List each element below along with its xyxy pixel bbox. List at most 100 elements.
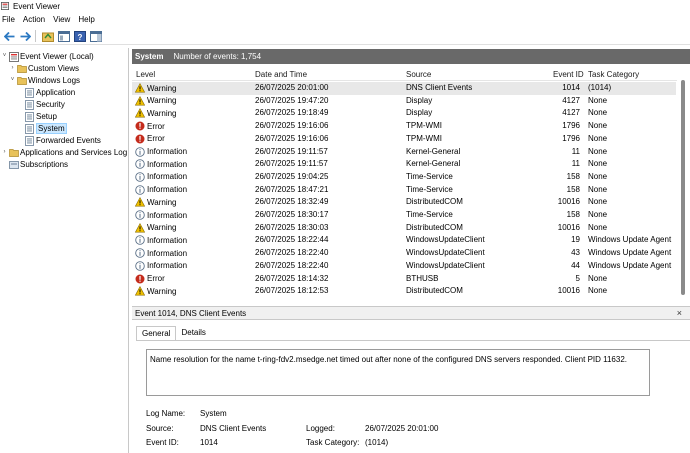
table-row[interactable]: Information 26/07/2025 18:22:44 WindowsUpd…	[132, 234, 676, 247]
task-category-value: (1014)	[365, 438, 389, 447]
show-hide-pane-button[interactable]	[89, 29, 103, 43]
source-cell: Display	[406, 108, 433, 118]
date-cell: 26/07/2025 18:12:53	[255, 286, 329, 296]
help-icon: ?	[74, 30, 86, 42]
warning-icon	[134, 222, 146, 233]
table-row[interactable]: Warning 26/07/2025 18:30:03 DistributedCOM…	[132, 222, 676, 235]
menu-help[interactable]: Help	[74, 15, 98, 24]
tree-item-subscriptions[interactable]: Subscriptions	[1, 158, 68, 170]
level-cell: Information	[135, 159, 187, 169]
menu-view[interactable]: View	[49, 15, 74, 24]
event-viewer-icon	[9, 51, 19, 62]
task-category-cell: Windows Update Agent	[588, 248, 672, 258]
tree-item-windows-logs[interactable]: ˅ Windows Logs	[9, 74, 80, 86]
event-id-cell: 158	[566, 184, 580, 194]
table-row[interactable]: Information 26/07/2025 19:11:57 Kernel-Gen…	[132, 158, 676, 171]
events-scrollbar[interactable]	[677, 66, 690, 300]
folder-icon	[17, 64, 27, 73]
tree-item-setup[interactable]: Setup	[17, 110, 57, 122]
log-icon	[25, 99, 34, 110]
level-text: Warning	[147, 223, 177, 233]
date-cell: 26/07/2025 18:14:32	[255, 273, 329, 283]
toolbar-separator	[35, 30, 36, 42]
task-category-cell: None	[588, 121, 608, 131]
date-cell: 26/07/2025 19:16:06	[255, 121, 329, 131]
tab-general[interactable]: General	[136, 326, 177, 341]
task-category-cell: None	[588, 210, 608, 219]
source-cell: WindowsUpdateClient	[406, 260, 485, 270]
tree-item-event-viewer-local[interactable]: ˅ Event Viewer (Local)	[1, 50, 94, 62]
level-cell: Information	[135, 184, 187, 195]
expand-arrow-icon[interactable]: ˅	[1, 53, 8, 59]
column-header-date[interactable]: Date and Time	[255, 70, 307, 79]
table-row[interactable]: Warning 26/07/2025 19:18:49 Display 4127 Non…	[132, 107, 676, 120]
column-header-level[interactable]: Level	[136, 70, 155, 79]
warning-icon	[134, 108, 146, 118]
menu-bar: File Action View Help	[0, 13, 690, 26]
error-icon	[135, 134, 145, 144]
table-row[interactable]: Information 26/07/2025 19:11:57 Kernel-Gen…	[132, 146, 676, 159]
event-description[interactable]: Name resolution for the name t-ring-fdv2…	[146, 349, 650, 396]
source-cell: TPM-WMI	[406, 133, 442, 143]
warning-icon	[134, 82, 146, 93]
close-icon[interactable]: ×	[677, 308, 682, 318]
tree-item-application[interactable]: Application	[17, 86, 75, 98]
back-button[interactable]	[2, 29, 16, 43]
column-header-task-category[interactable]: Task Category	[588, 70, 639, 79]
date-cell: 26/07/2025 18:47:21	[255, 184, 329, 194]
date-cell: 26/07/2025 20:01:00	[255, 83, 329, 92]
table-row[interactable]: Warning 26/07/2025 18:32:49 DistributedCOM…	[132, 196, 676, 209]
table-row[interactable]: Error 26/07/2025 19:16:06 TPM-WMI 1796 None	[132, 133, 676, 146]
date-cell: 26/07/2025 19:04:25	[255, 171, 329, 181]
tree-item-custom-views[interactable]: › Custom Views	[9, 62, 79, 74]
table-row[interactable]: Information 26/07/2025 18:22:40 WindowsUpd…	[132, 260, 676, 273]
log-name-label: Log Name:	[146, 409, 186, 418]
folder-icon	[42, 32, 54, 42]
table-row[interactable]: Error 26/07/2025 19:16:06 TPM-WMI 1796 None	[132, 120, 676, 133]
table-row[interactable]: Information 26/07/2025 18:47:21 Time-Servi…	[132, 184, 676, 197]
menu-action[interactable]: Action	[19, 15, 49, 24]
table-row[interactable]: Warning 26/07/2025 18:12:53 DistributedCOM…	[132, 285, 676, 298]
source-cell: WindowsUpdateClient	[406, 235, 485, 245]
level-cell: Information	[135, 146, 188, 157]
logged-label: Logged:	[306, 424, 335, 433]
column-header-source[interactable]: Source	[406, 70, 431, 79]
table-row[interactable]: Warning 26/07/2025 20:01:00 DNS Client Eve…	[132, 82, 676, 95]
tree-item-forwarded-events[interactable]: Forwarded Events	[17, 134, 101, 146]
tree-item-applications-and-services-log[interactable]: › Applications and Services Log	[1, 146, 128, 158]
scrollbar-thumb[interactable]	[681, 80, 685, 295]
level-text: Information	[147, 147, 188, 156]
task-category-cell: None	[588, 108, 608, 118]
detail-pane-header: Event 1014, DNS Client Events ×	[132, 306, 690, 320]
expand-arrow-icon[interactable]: ›	[9, 65, 16, 71]
expand-arrow-icon[interactable]: ˅	[9, 77, 16, 83]
level-text: Information	[147, 210, 188, 220]
tab-details[interactable]: Details	[176, 326, 210, 341]
forward-button[interactable]	[18, 29, 32, 43]
table-row[interactable]: Information 26/07/2025 18:30:17 Time-Servi…	[132, 209, 676, 222]
date-cell: 26/07/2025 18:22:40	[255, 260, 329, 270]
tree-item-system[interactable]: System	[17, 122, 67, 134]
menu-file[interactable]: File	[0, 15, 19, 24]
task-category-cell: None	[588, 146, 608, 156]
tree-item-label: System	[36, 122, 67, 134]
properties-icon	[58, 30, 70, 42]
table-row[interactable]: Information 26/07/2025 19:04:25 Time-Servi…	[132, 171, 676, 184]
date-cell: 26/07/2025 18:32:49	[255, 197, 329, 207]
events-table: Level Date and Time Source Event ID Task…	[132, 66, 690, 300]
column-header-event-id[interactable]: Event ID	[553, 70, 584, 79]
table-row[interactable]: Information 26/07/2025 18:22:40 WindowsUpd…	[132, 247, 676, 260]
table-row[interactable]: Warning 26/07/2025 19:47:20 Display 4127 Non…	[132, 95, 676, 108]
expand-arrow-icon[interactable]: ›	[1, 149, 8, 155]
properties-button[interactable]	[57, 29, 71, 43]
tree-item-label: Subscriptions	[20, 159, 69, 169]
table-row[interactable]: Error 26/07/2025 18:14:32 BTHUSB 5 None	[132, 273, 676, 286]
up-folder-button[interactable]	[41, 29, 55, 43]
help-button[interactable]: ?	[73, 29, 87, 43]
panel-icon	[90, 30, 102, 42]
level-text: Error	[147, 274, 165, 283]
source-cell: DistributedCOM	[406, 197, 463, 207]
information-icon	[135, 184, 145, 195]
event-id-cell: 10016	[557, 197, 580, 207]
tree-item-security[interactable]: Security	[17, 98, 65, 110]
